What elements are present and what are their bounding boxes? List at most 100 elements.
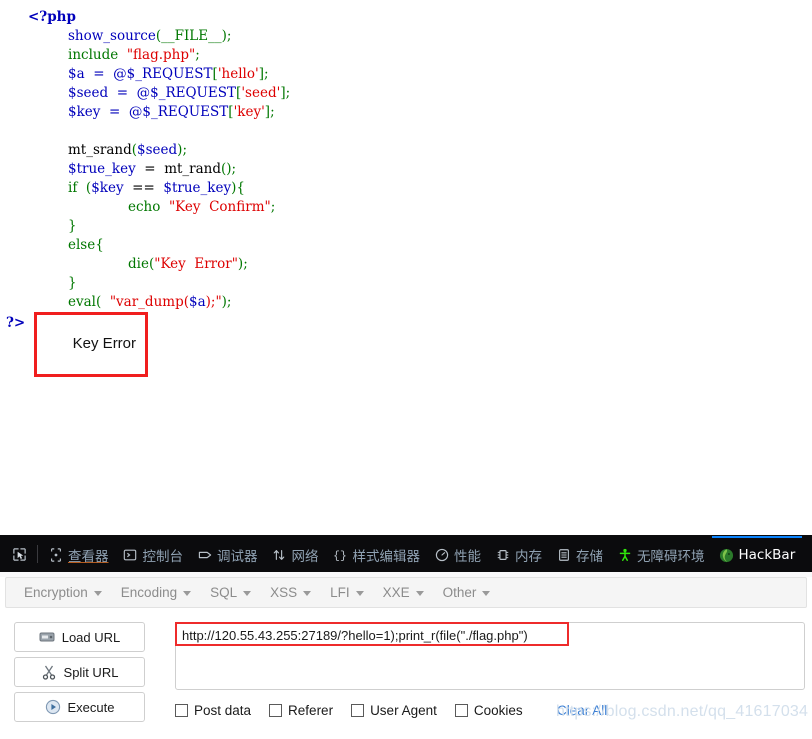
php-close-tag: ?> [6, 315, 26, 331]
devtools-tab-label: 控制台 [142, 549, 184, 565]
inspector-icon [48, 548, 63, 563]
code-token: else{ [68, 237, 104, 253]
code-token: echo [128, 199, 169, 215]
code-token: ]; [264, 104, 275, 120]
code-token: ; [195, 47, 200, 63]
chevron-down-icon [183, 590, 192, 596]
code-token: include [68, 47, 127, 63]
code-token: "Key Confirm" [168, 199, 271, 215]
devtools-tabs: 查看器 控制台 调试器 网络 {} 样式编辑器 性能 内存 存储 无障碍环境 HackBar [41, 536, 803, 572]
devtools-tab-label: 网络 [291, 549, 319, 565]
code-token: $a = [68, 66, 114, 82]
code-token: $key = [68, 104, 129, 120]
code-line: die("Key Error"); [0, 255, 812, 274]
devtools-tab-inspector[interactable]: 查看器 [41, 536, 116, 572]
code-token: $seed = [68, 85, 137, 101]
devtools-tab-label: 无障碍环境 [637, 549, 705, 565]
devtools-tab-label: HackBar [738, 547, 796, 563]
devtools-tab-style-editor[interactable]: {} 样式编辑器 [326, 536, 428, 572]
split-url-button[interactable]: Split URL [14, 657, 145, 687]
console-icon [123, 548, 138, 563]
hackbar-body: Load URL Split URL Execute http://120.55… [0, 619, 812, 739]
code-token: $a [188, 294, 206, 310]
code-line: include "flag.php"; [0, 46, 812, 65]
browser-content-area: <?php show_source(__FILE__); include "flag… [0, 0, 812, 535]
split-url-label: Split URL [63, 664, 119, 680]
devtools-tab-memory[interactable]: 内存 [488, 536, 549, 572]
code-token: ; [226, 28, 232, 44]
checkbox-box[interactable] [351, 704, 365, 717]
checkbox-box[interactable] [454, 704, 468, 717]
code-line: if ($key == $true_key){ [0, 179, 812, 198]
code-line: show_source(__FILE__); [0, 27, 812, 46]
hackbar-menu-label: Encryption [24, 585, 88, 600]
load-url-button[interactable]: Load URL [14, 622, 145, 652]
hackbar-menu-other[interactable]: Other [437, 582, 502, 603]
code-token: } [68, 275, 77, 291]
code-token: <?php [28, 9, 76, 25]
hackbar-menu-encryption[interactable]: Encryption [18, 582, 113, 603]
hackbar-menu-xss[interactable]: XSS [264, 582, 322, 603]
style-editor-icon: {} [333, 548, 348, 563]
hackbar-menu-xxe[interactable]: XXE [377, 582, 435, 603]
devtools-tab-network[interactable]: 网络 [265, 536, 326, 572]
execute-label: Execute [67, 699, 115, 715]
devtools-tab-toolbar: 查看器 控制台 调试器 网络 {} 样式编辑器 性能 内存 存储 无障碍环境 HackBar [0, 536, 812, 572]
devtools-tab-accessibility[interactable]: 无障碍环境 [610, 536, 712, 572]
code-token: show_source [68, 28, 156, 44]
devtools-panel: 查看器 控制台 调试器 网络 {} 样式编辑器 性能 内存 存储 无障碍环境 HackBar Enc… [0, 535, 812, 739]
code-token: ); [237, 256, 248, 272]
checkbox-box[interactable] [269, 704, 283, 717]
checkbox-label: Referer [288, 703, 334, 718]
hackbar-action-buttons: Load URL Split URL Execute [14, 622, 145, 727]
checkbox-label: User Agent [370, 703, 437, 718]
devtools-tab-label: 存储 [576, 549, 603, 565]
devtools-tab-debugger[interactable]: 调试器 [190, 536, 265, 572]
devtools-tab-hackbar[interactable]: HackBar [711, 536, 803, 572]
hackbar-menu-encoding[interactable]: Encoding [115, 582, 202, 603]
code-line: eval( "var_dump($a);"); [0, 293, 812, 312]
debugger-icon [197, 548, 212, 563]
code-token: (__FILE__) [155, 28, 227, 44]
checkbox-box[interactable] [175, 704, 188, 717]
chevron-down-icon [93, 590, 102, 596]
hackbar-url-container [175, 622, 805, 690]
hackbar-panel: Encryption Encoding SQL XSS LFI XXE Other Load… [0, 577, 812, 739]
hackbar-menu-sql[interactable]: SQL [204, 582, 262, 603]
network-icon [272, 548, 287, 563]
code-token: (); [221, 161, 237, 177]
code-line: <?php [0, 8, 812, 27]
devtools-tab-label: 性能 [454, 549, 481, 565]
code-token: "var_dump( [109, 294, 189, 310]
code-token: 'seed' [241, 85, 281, 101]
checkbox-cookies[interactable]: Cookies [454, 703, 523, 718]
code-token: 'key' [233, 104, 265, 120]
code-token: eval [68, 294, 96, 310]
execute-button[interactable]: Execute [14, 692, 145, 722]
toolbar-divider [37, 545, 38, 563]
devtools-tab-performance[interactable]: 性能 [427, 536, 488, 572]
load-url-icon [39, 629, 55, 645]
code-token: "Key Error" [154, 256, 238, 272]
code-token: ]; [258, 66, 269, 82]
hackbar-menu-lfi[interactable]: LFI [324, 582, 375, 603]
code-token: @$_REQUEST [128, 104, 229, 120]
checkbox-post-data[interactable]: Post data [175, 703, 251, 718]
devtools-tab-console[interactable]: 控制台 [116, 536, 191, 572]
code-line: $a = @$_REQUEST['hello']; [0, 65, 812, 84]
code-line: mt_srand($seed); [0, 141, 812, 160]
checkbox-user-agent[interactable]: User Agent [351, 703, 437, 718]
code-line: $key = @$_REQUEST['key']; [0, 103, 812, 122]
url-input[interactable] [175, 622, 805, 690]
code-line: } [0, 274, 812, 293]
play-icon [45, 699, 61, 715]
code-line: $true_key = mt_rand(); [0, 160, 812, 179]
hackbar-menu-label: XSS [270, 585, 298, 600]
devtools-tab-storage[interactable]: 存储 [549, 536, 610, 572]
code-token: );" [205, 294, 222, 310]
clear-all-link[interactable]: Clear All [557, 703, 607, 718]
checkbox-referer[interactable]: Referer [269, 703, 333, 718]
code-token: $true_key [68, 161, 136, 177]
element-picker-icon[interactable] [4, 536, 34, 572]
php-output-row: ?> Key Error [0, 312, 812, 377]
